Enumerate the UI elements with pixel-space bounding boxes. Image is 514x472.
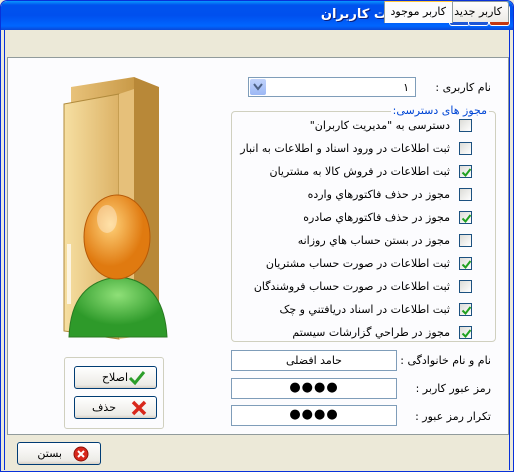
close-button[interactable]: بستن [17, 442, 101, 465]
edit-button[interactable]: اصلاح [74, 366, 157, 389]
tab-new-user[interactable]: کاربر جديد [447, 1, 509, 22]
check-icon [461, 168, 472, 178]
check-icon [461, 329, 472, 339]
password-field[interactable]: ●●●● [231, 378, 397, 399]
permission-checkbox[interactable] [459, 234, 472, 247]
permission-label: ثبت اطلاعات در صورت حساب مشتريان [265, 257, 450, 270]
password-label: رمز عبور کاربر : [415, 382, 491, 395]
chevron-down-icon [253, 83, 263, 91]
permission-label: ثبت اطلاعات در صورت حساب فروشندگان [253, 280, 450, 293]
permission-label: ثبت اطلاعات در ورود اسناد و اطلاعات به ا… [240, 142, 450, 155]
dropdown-arrow-button[interactable] [250, 79, 266, 95]
permission-checkbox[interactable] [459, 188, 472, 201]
permission-label: مجوز در طراحي گزارشات سيستم [292, 326, 450, 339]
username-select[interactable]: ۱ [248, 77, 416, 97]
confirm-password-field[interactable]: ●●●● [231, 405, 397, 426]
user-management-window: مديريت کاربران کاربر موجود کاربر جديد نا… [0, 0, 514, 472]
check-icon [461, 260, 472, 270]
username-value: ۱ [403, 81, 409, 94]
check-icon [461, 306, 472, 316]
permission-checkbox[interactable] [459, 119, 472, 132]
permission-checkbox[interactable] [459, 142, 472, 155]
permission-checkbox[interactable] [459, 326, 472, 339]
edit-button-label: اصلاح [101, 371, 128, 384]
confirm-password-label: تکرار رمز عبور : [415, 410, 491, 423]
permission-label: مجوز در بستن حساب هاي روزانه [297, 234, 450, 247]
permission-label: مجوز در حذف فاکتورهاي صادره [303, 211, 450, 224]
permission-checkbox[interactable] [459, 211, 472, 224]
delete-x-icon [131, 400, 147, 416]
check-icon [461, 214, 472, 224]
permission-label: ثبت اطلاعات در اسناد دريافتني و چک [279, 303, 450, 316]
permissions-title: مجوز های دسترسی: [390, 104, 489, 117]
permission-label: مجوز در حذف فاکتورهاي وارده [307, 188, 450, 201]
tab-existing-user-label: کاربر موجود [390, 5, 446, 18]
username-label: نام کاربری : [435, 81, 491, 94]
user-folder-illustration [63, 77, 168, 340]
permission-label: ثبت اطلاعات در فروش کالا به مشتريان [269, 165, 451, 178]
permission-checkbox[interactable] [459, 303, 472, 316]
delete-button[interactable]: حذف [74, 396, 157, 419]
fullname-field[interactable]: حامد افضلی [231, 350, 397, 371]
delete-button-label: حذف [92, 401, 116, 414]
permission-checkbox[interactable] [459, 257, 472, 270]
tab-existing-user[interactable]: کاربر موجود [383, 1, 453, 23]
permission-checkbox[interactable] [459, 165, 472, 178]
permission-checkbox[interactable] [459, 280, 472, 293]
close-circle-icon [73, 446, 89, 462]
close-button-label: بستن [37, 447, 62, 460]
tab-new-user-label: کاربر جديد [454, 5, 502, 18]
permission-label: دسترسی به "مديريت کاربران" [309, 119, 450, 132]
fullname-label: نام و نام خانوادگی : [400, 354, 491, 367]
checkmark-icon [128, 371, 146, 386]
